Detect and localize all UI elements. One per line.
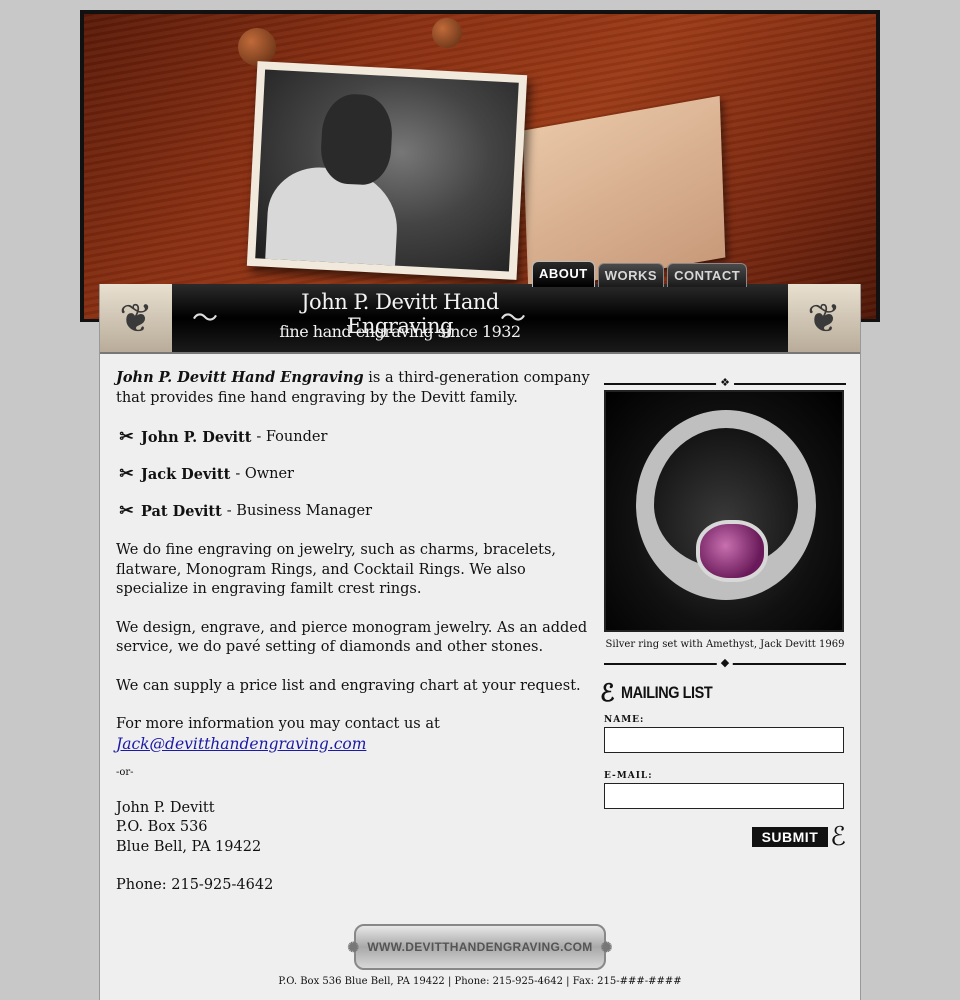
scroll-ornament-icon: ℰ — [830, 822, 846, 852]
phone-number: Phone: 215-925-4642 — [116, 877, 274, 893]
person-role: - Founder — [256, 428, 328, 445]
main-nav: ABOUT WORKS CONTACT — [532, 261, 748, 287]
hero-image — [80, 10, 880, 322]
person-item: ✂ Pat Devitt - Business Manager — [116, 501, 596, 522]
email-field[interactable] — [604, 783, 844, 809]
swirl-ornament-icon: 〜 — [500, 304, 527, 334]
person-item: ✂ John P. Devitt - Founder — [116, 427, 596, 448]
flourish-ornament-icon: ❦ — [100, 284, 172, 352]
ornament-divider: ◆ — [604, 657, 846, 669]
vintage-photo — [246, 61, 528, 280]
sidebar: ❖ Silver ring set with Amethyst, Jack De… — [600, 377, 846, 850]
company-name: John P. Devitt Hand Engraving — [116, 369, 364, 386]
email-label: E-MAIL: — [604, 771, 653, 781]
tools-icon: ✂ — [119, 501, 134, 521]
person-name: Pat Devitt — [141, 502, 222, 520]
swirl-ornament-icon: 〜 — [192, 304, 219, 334]
scroll-ornament-icon: ℰ — [600, 678, 615, 707]
address-line: Blue Bell, PA 19422 — [116, 838, 262, 855]
tab-works[interactable]: WORKS — [597, 263, 665, 287]
address-line: John P. Devitt — [116, 799, 215, 816]
submit-row: SUBMIT ℰ — [604, 824, 846, 850]
tools-icon: ✂ — [119, 464, 134, 484]
design-paragraph: We design, engrave, and pierce monogram … — [116, 619, 588, 656]
ornament-divider: ❖ — [604, 377, 846, 389]
contact-intro: For more information you may contact us … — [116, 716, 440, 732]
address-line: P.O. Box 536 — [116, 819, 208, 835]
name-label: NAME: — [604, 715, 645, 725]
ring-caption: Silver ring set with Amethyst, Jack Devi… — [605, 639, 845, 650]
tab-about[interactable]: ABOUT — [532, 261, 595, 287]
mailing-list-header: ℰ MAILING LIST — [600, 678, 846, 707]
engraving-tool-handle — [432, 18, 462, 48]
price-list-paragraph: We can supply a price list and engraving… — [116, 677, 581, 694]
about-text: John P. Devitt Hand Engraving is a third… — [116, 368, 596, 896]
website-badge: WWW.DEVITTHANDENGRAVING.COM — [354, 924, 606, 970]
website-url: WWW.DEVITTHANDENGRAVING.COM — [367, 940, 593, 954]
person-name: Jack Devitt — [141, 465, 231, 483]
tab-contact[interactable]: CONTACT — [667, 263, 748, 287]
person-item: ✂ Jack Devitt - Owner — [116, 464, 596, 485]
email-link[interactable]: Jack@devitthandengraving.com — [116, 735, 366, 753]
site-banner: ❦ 〜 John P. Devitt Hand Engraving fine h… — [100, 284, 860, 354]
tools-icon: ✂ — [119, 427, 134, 447]
ring-photo — [604, 390, 844, 632]
person-role: - Owner — [235, 465, 294, 482]
footer-contact: P.O. Box 536 Blue Bell, PA 19422 | Phone… — [278, 976, 682, 987]
submit-button[interactable]: SUBMIT — [751, 827, 829, 847]
person-role: - Business Manager — [226, 502, 373, 519]
content-panel: ❦ 〜 John P. Devitt Hand Engraving fine h… — [99, 284, 861, 1000]
mailing-list-title: MAILING LIST — [620, 682, 713, 702]
or-separator: -or- — [116, 767, 134, 778]
ornament-icon: ◆ — [716, 657, 734, 669]
flourish-ornament-icon: ❦ — [788, 284, 860, 352]
ornament-icon: ❖ — [716, 377, 734, 389]
person-name: John P. Devitt — [141, 428, 252, 446]
name-field[interactable] — [604, 727, 844, 753]
services-paragraph: We do fine engraving on jewelry, such as… — [116, 542, 557, 597]
intro-paragraph: John P. Devitt Hand Engraving is a third… — [116, 368, 596, 408]
